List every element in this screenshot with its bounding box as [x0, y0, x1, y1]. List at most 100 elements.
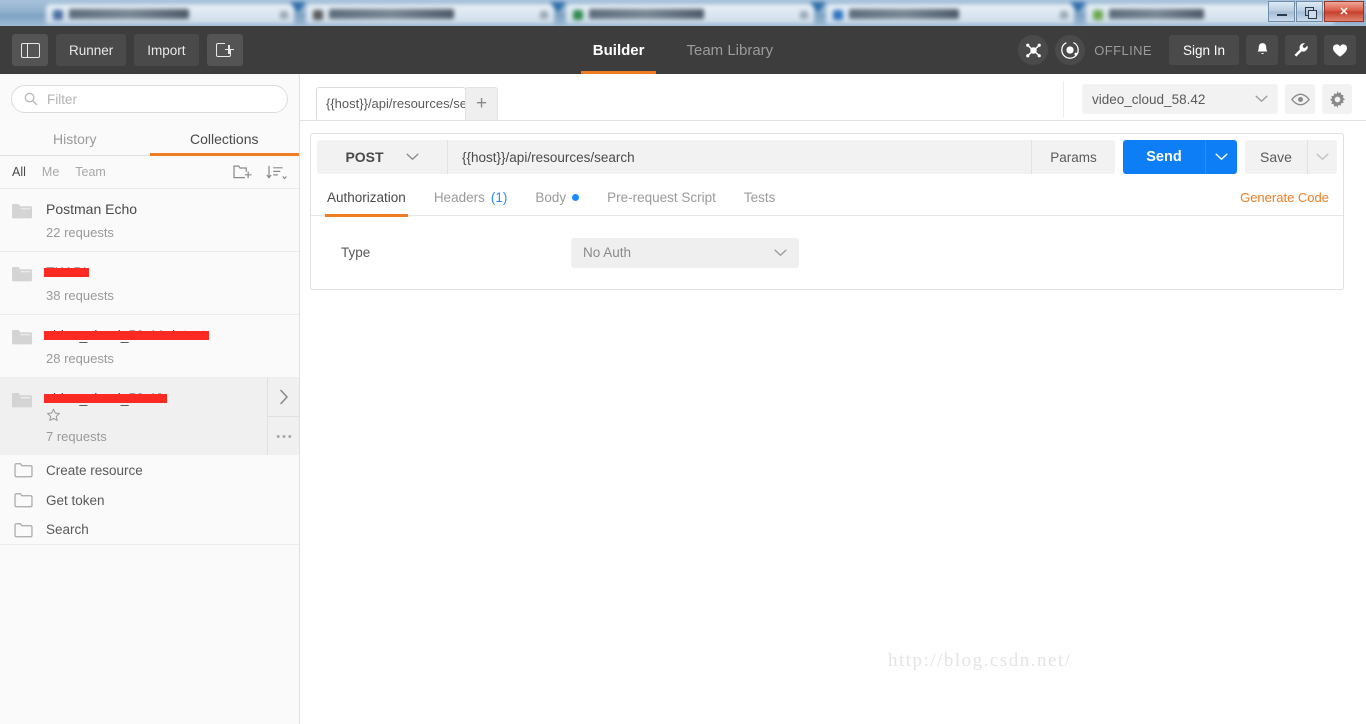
- generate-code-link[interactable]: Generate Code: [1240, 190, 1329, 205]
- save-options-chevron-down-icon[interactable]: [1307, 140, 1337, 174]
- auth-type-label: Type: [341, 245, 571, 260]
- tab-authorization[interactable]: Authorization: [313, 180, 420, 216]
- os-window-titlebar: ✕: [0, 0, 1366, 26]
- tab-body[interactable]: Body: [521, 180, 593, 216]
- orbit-sync-icon[interactable]: [1055, 35, 1085, 65]
- sign-in-button[interactable]: Sign In: [1169, 35, 1239, 65]
- folder-outline-icon: [14, 492, 33, 508]
- collection-item[interactable]: Postman Echo 22 requests: [0, 189, 299, 252]
- eye-icon[interactable]: [1285, 84, 1315, 114]
- request-tab[interactable]: {{host}}/api/resources/se: [316, 87, 466, 120]
- window-controls[interactable]: ✕: [1267, 1, 1364, 22]
- collection-list: Postman Echo 22 requests TKAPI 38 reques…: [0, 189, 299, 724]
- folder-filled-icon: [12, 329, 32, 345]
- request-section-tabs: Authorization Headers (1) Body Pre-reque…: [311, 180, 1343, 216]
- wrench-icon[interactable]: [1285, 35, 1317, 65]
- send-button[interactable]: Send: [1123, 140, 1205, 174]
- scope-team[interactable]: Team: [75, 165, 106, 179]
- collection-item-selected[interactable]: video_cloud_58.42 7 requests: [0, 378, 299, 455]
- request-url-text: {{host}}/api/resources/search: [462, 150, 635, 165]
- collection-name: Postman Echo: [46, 201, 137, 218]
- tab-pre-request-script[interactable]: Pre-request Script: [593, 180, 730, 216]
- request-panel: POST {{host}}/api/resources/search Param…: [310, 133, 1344, 290]
- collection-item[interactable]: TKAPI 38 requests: [0, 252, 299, 315]
- main-panel: {{host}}/api/resources/se + video_cloud_…: [300, 74, 1366, 724]
- collection-subfolder-search[interactable]: Search: [0, 515, 299, 545]
- folder-filled-icon: [12, 392, 32, 408]
- auth-type-select[interactable]: No Auth: [571, 238, 799, 268]
- scope-actions: [233, 164, 287, 180]
- subfolder-label: Create resource: [46, 463, 143, 478]
- gear-icon[interactable]: [1322, 84, 1352, 114]
- collection-subfolder-create-resource[interactable]: Create resource: [0, 455, 299, 485]
- sort-icon[interactable]: [266, 165, 287, 180]
- body-modified-dot: [572, 194, 579, 201]
- new-window-icon: [216, 43, 234, 58]
- sidebar-tab-history[interactable]: History: [0, 122, 150, 155]
- search-icon: [24, 92, 38, 106]
- star-icon[interactable]: [46, 408, 287, 423]
- scope-all[interactable]: All: [12, 165, 26, 179]
- environment-area: video_cloud_58.42: [1063, 81, 1352, 117]
- headers-count-badge: (1): [491, 190, 508, 205]
- navbar-left-group: Runner Import: [0, 34, 243, 66]
- tab-team-library[interactable]: Team Library: [682, 26, 777, 74]
- browser-tabstrip-blurred: [0, 0, 1366, 26]
- tab-authorization-label: Authorization: [327, 190, 406, 205]
- collection-request-count: 22 requests: [46, 225, 287, 240]
- save-group: Save: [1245, 140, 1337, 174]
- new-window-button[interactable]: [207, 34, 243, 66]
- sync-status-label: OFFLINE: [1094, 43, 1152, 58]
- send-group: Send: [1123, 140, 1237, 174]
- add-request-tab-button[interactable]: +: [465, 87, 498, 120]
- sidebar-tab-collections[interactable]: Collections: [150, 122, 300, 155]
- bell-icon[interactable]: [1246, 35, 1278, 65]
- runner-button[interactable]: Runner: [56, 34, 126, 66]
- collection-subfolder-get-token[interactable]: Get token: [0, 485, 299, 515]
- more-options-icon[interactable]: [268, 416, 299, 455]
- chevron-down-icon: [774, 249, 787, 257]
- collection-text: TKAPI 38 requests: [46, 264, 287, 303]
- window-restore-button[interactable]: [1296, 1, 1323, 22]
- request-url-input[interactable]: {{host}}/api/resources/search: [447, 140, 1031, 174]
- folder-filled-icon: [12, 203, 32, 219]
- sidebar-toggle-button[interactable]: [12, 34, 48, 66]
- sidebar-toggle-icon: [21, 43, 40, 58]
- params-button[interactable]: Params: [1031, 140, 1115, 174]
- scope-me[interactable]: Me: [42, 165, 59, 179]
- search-input[interactable]: [47, 92, 275, 107]
- subfolder-label: Search: [46, 522, 89, 537]
- send-options-chevron-down-icon[interactable]: [1205, 140, 1237, 174]
- folder-outline-icon: [14, 522, 33, 538]
- collection-request-count: 38 requests: [46, 288, 287, 303]
- new-folder-icon[interactable]: [233, 164, 252, 180]
- scope-filter-row: All Me Team: [0, 156, 299, 189]
- tab-headers[interactable]: Headers (1): [420, 180, 522, 216]
- watermark-text: http://blog.csdn.net/: [888, 650, 1072, 672]
- save-button[interactable]: Save: [1245, 140, 1307, 174]
- sidebar: History Collections All Me Team: [0, 74, 300, 724]
- window-minimize-button[interactable]: [1268, 1, 1295, 22]
- tab-body-label: Body: [535, 190, 566, 205]
- authorization-body: Type No Auth: [311, 216, 1343, 289]
- collection-item-actions: [267, 378, 299, 455]
- collection-text: video_cloud_58.42 7 requests: [46, 390, 287, 444]
- network-node-icon[interactable]: [1018, 35, 1048, 65]
- collection-item[interactable]: video_cloud_58.44.detect 28 requests: [0, 315, 299, 378]
- collection-text: Postman Echo 22 requests: [46, 201, 287, 240]
- request-url-row: POST {{host}}/api/resources/search Param…: [311, 134, 1343, 180]
- chevron-right-icon[interactable]: [268, 378, 299, 416]
- folder-filled-icon: [12, 266, 32, 282]
- collection-name: TKAPI: [46, 264, 86, 281]
- window-close-button[interactable]: ✕: [1324, 1, 1364, 22]
- tab-builder[interactable]: Builder: [589, 26, 649, 74]
- main-canvas: http://blog.csdn.net/: [300, 290, 1366, 724]
- environment-select[interactable]: video_cloud_58.42: [1082, 84, 1278, 114]
- heart-icon[interactable]: [1324, 35, 1356, 65]
- import-button[interactable]: Import: [134, 34, 198, 66]
- http-method-select[interactable]: POST: [317, 140, 447, 174]
- tab-tests[interactable]: Tests: [730, 180, 790, 216]
- filter-row: [0, 74, 299, 122]
- filter-box[interactable]: [11, 85, 288, 113]
- navbar-right-group: OFFLINE Sign In: [1018, 35, 1366, 65]
